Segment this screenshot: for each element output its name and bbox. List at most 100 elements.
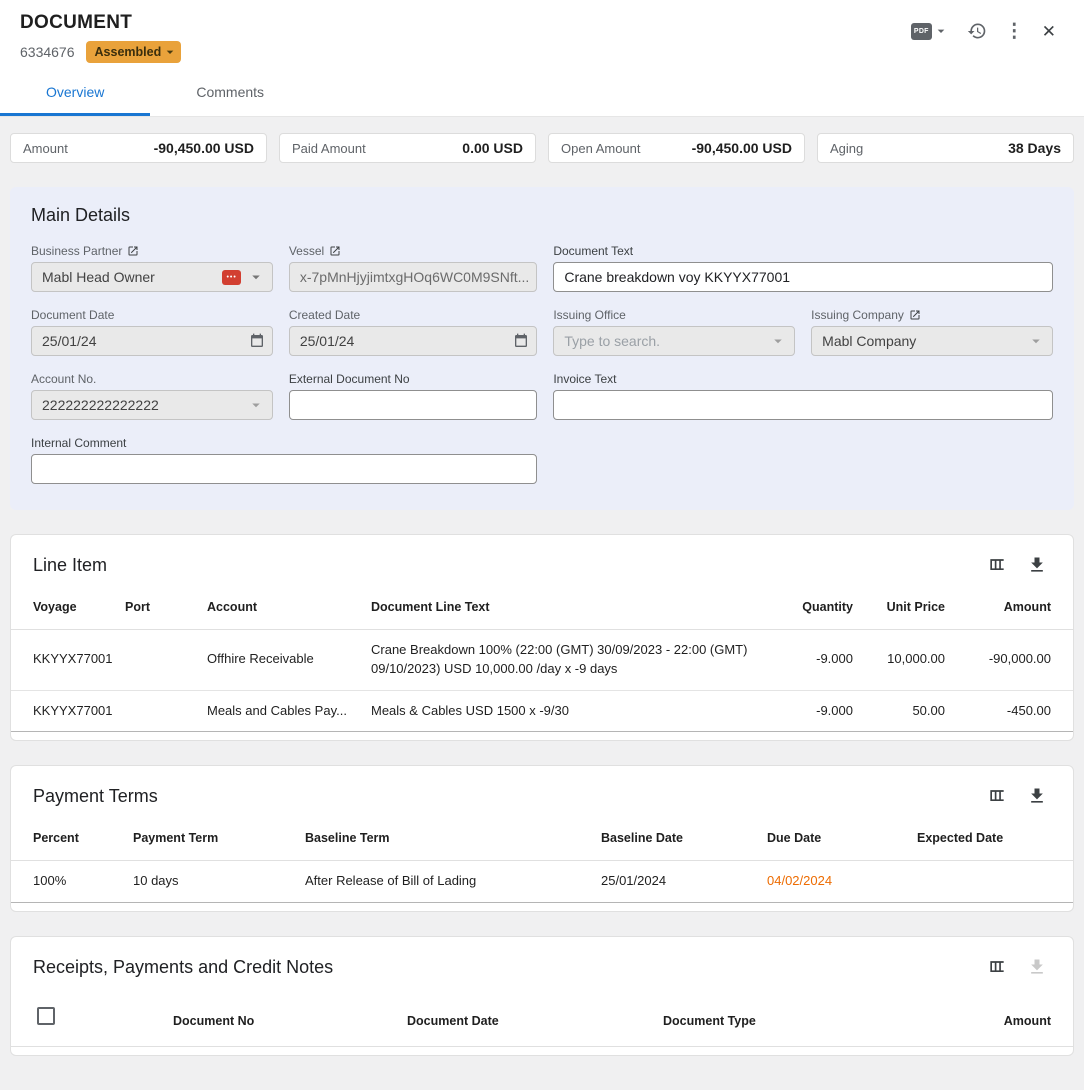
table-row[interactable]: KKYYX77001Offhire ReceivableCrane Breakd… [11, 629, 1073, 690]
header-actions: PDF ⋮ ✕ [907, 12, 1060, 45]
history-icon [967, 21, 987, 41]
field-account-no: Account No. 222222222222222 [31, 372, 273, 420]
created-date-input: 25/01/24 [289, 326, 538, 356]
columns-icon [987, 957, 1007, 977]
field-issuing-company: Issuing Company Mabl Company [811, 308, 1053, 356]
tab-bar: Overview Comments [0, 71, 1084, 116]
column-settings-button[interactable] [983, 782, 1011, 810]
external-link-icon[interactable] [127, 245, 139, 257]
field-label: Issuing Office [553, 308, 625, 322]
line-item-table: VoyagePortAccountDocument Line TextQuant… [11, 591, 1073, 732]
column-settings-button[interactable] [983, 551, 1011, 579]
column-header: Due Date [757, 822, 907, 860]
status-badge[interactable]: Assembled [86, 41, 182, 63]
field-label: Created Date [289, 308, 360, 322]
field-document-date: Document Date 25/01/24 [31, 308, 273, 356]
summary-card-amount: Amount -90,450.00 USD [10, 133, 267, 163]
table-cell: Meals & Cables USD 1500 x -9/30 [361, 690, 767, 732]
kebab-icon: ⋮ [1005, 22, 1024, 41]
column-header: Expected Date [907, 822, 1073, 860]
external-link-icon[interactable] [329, 245, 341, 257]
column-settings-button[interactable] [983, 953, 1011, 981]
external-link-icon[interactable] [909, 309, 921, 321]
account-no-value: 222222222222222 [42, 397, 241, 413]
page-title: DOCUMENT [20, 12, 181, 34]
table-row[interactable]: 100%10 daysAfter Release of Bill of Ladi… [11, 861, 1073, 903]
field-label: Issuing Company [811, 308, 904, 322]
table-cell: 25/01/2024 [591, 861, 757, 903]
table-cell: Offhire Receivable [197, 629, 361, 690]
field-external-document-no: External Document No [289, 372, 538, 420]
internal-comment-input[interactable] [31, 454, 537, 484]
field-label: Account No. [31, 372, 96, 386]
external-document-no-input[interactable] [289, 390, 538, 420]
column-header: Baseline Date [591, 822, 757, 860]
select-all-checkbox[interactable] [37, 1007, 55, 1025]
issuing-company-select: Mabl Company [811, 326, 1053, 356]
table-cell: Crane Breakdown 100% (22:00 (GMT) 30/09/… [361, 629, 767, 690]
document-page: DOCUMENT 6334676 Assembled PDF [0, 0, 1084, 1090]
table-cell: After Release of Bill of Lading [295, 861, 591, 903]
receipts-section: Receipts, Payments and Credit Notes [10, 936, 1074, 1056]
chevron-down-icon [769, 332, 787, 350]
invoice-text-input[interactable] [553, 390, 1053, 420]
issuing-office-placeholder: Type to search. [564, 333, 763, 349]
document-date-value: 25/01/24 [42, 333, 243, 349]
column-header: Port [115, 591, 197, 629]
partner-alert-badge-icon[interactable]: ••• [222, 270, 240, 285]
table-cell [907, 861, 1073, 903]
vessel-input: x-7pMnHjyjimtxgHOq6WC0M9SNft... [289, 262, 538, 292]
summary-value: -90,450.00 USD [154, 140, 254, 156]
table-cell: 04/02/2024 [757, 861, 907, 903]
download-button[interactable] [1023, 782, 1051, 810]
receipts-table: Document NoDocument DateDocument TypeAmo… [11, 993, 1073, 1047]
payment-terms-table: PercentPayment TermBaseline TermBaseline… [11, 822, 1073, 903]
table-cell: -90,000.00 [955, 629, 1073, 690]
chevron-down-icon [933, 23, 949, 39]
field-business-partner: Business Partner Mabl Head Owner ••• [31, 244, 273, 292]
column-header: Amount [951, 993, 1073, 1046]
section-title: Payment Terms [33, 786, 158, 807]
table-cell: 50.00 [863, 690, 955, 732]
main-details-section: Main Details Business Partner Mabl Head … [10, 187, 1074, 510]
columns-icon [987, 555, 1007, 575]
summary-label: Open Amount [561, 141, 641, 156]
section-title: Main Details [31, 205, 1053, 226]
summary-label: Aging [830, 141, 863, 156]
download-button [1023, 953, 1051, 981]
header-left: DOCUMENT 6334676 Assembled [20, 12, 181, 63]
tab-comments[interactable]: Comments [150, 71, 310, 116]
field-invoice-text: Invoice Text [553, 372, 1053, 420]
summary-value: 0.00 USD [462, 140, 523, 156]
tab-overview[interactable]: Overview [0, 71, 150, 116]
pdf-export-button[interactable]: PDF [907, 19, 953, 44]
download-icon [1027, 555, 1047, 575]
table-row[interactable]: KKYYX77001Meals and Cables Pay...Meals &… [11, 690, 1073, 732]
created-date-value: 25/01/24 [300, 333, 508, 349]
chevron-down-icon [162, 44, 178, 60]
column-header: Account [197, 591, 361, 629]
issuing-office-select: Type to search. [553, 326, 795, 356]
section-title: Receipts, Payments and Credit Notes [33, 957, 333, 978]
pdf-icon: PDF [911, 23, 932, 40]
column-header: Document Line Text [361, 591, 767, 629]
table-cell: -9.000 [767, 629, 863, 690]
table-cell: 100% [11, 861, 123, 903]
summary-row: Amount -90,450.00 USD Paid Amount 0.00 U… [10, 133, 1074, 163]
download-button[interactable] [1023, 551, 1051, 579]
chevron-down-icon [247, 396, 265, 414]
line-item-section: Line Item VoyagePortAccountDocument Line… [10, 534, 1074, 741]
column-header: Baseline Term [295, 822, 591, 860]
field-label: Vessel [289, 244, 324, 258]
table-cell [115, 690, 197, 732]
document-date-input: 25/01/24 [31, 326, 273, 356]
summary-card-open-amount: Open Amount -90,450.00 USD [548, 133, 805, 163]
document-number: 6334676 [20, 44, 75, 60]
more-menu-button[interactable]: ⋮ [1001, 18, 1028, 45]
download-icon [1027, 786, 1047, 806]
close-button[interactable]: ✕ [1038, 19, 1060, 44]
table-cell: 10,000.00 [863, 629, 955, 690]
column-header: Payment Term [123, 822, 295, 860]
document-text-input[interactable] [553, 262, 1053, 292]
history-button[interactable] [963, 17, 991, 45]
